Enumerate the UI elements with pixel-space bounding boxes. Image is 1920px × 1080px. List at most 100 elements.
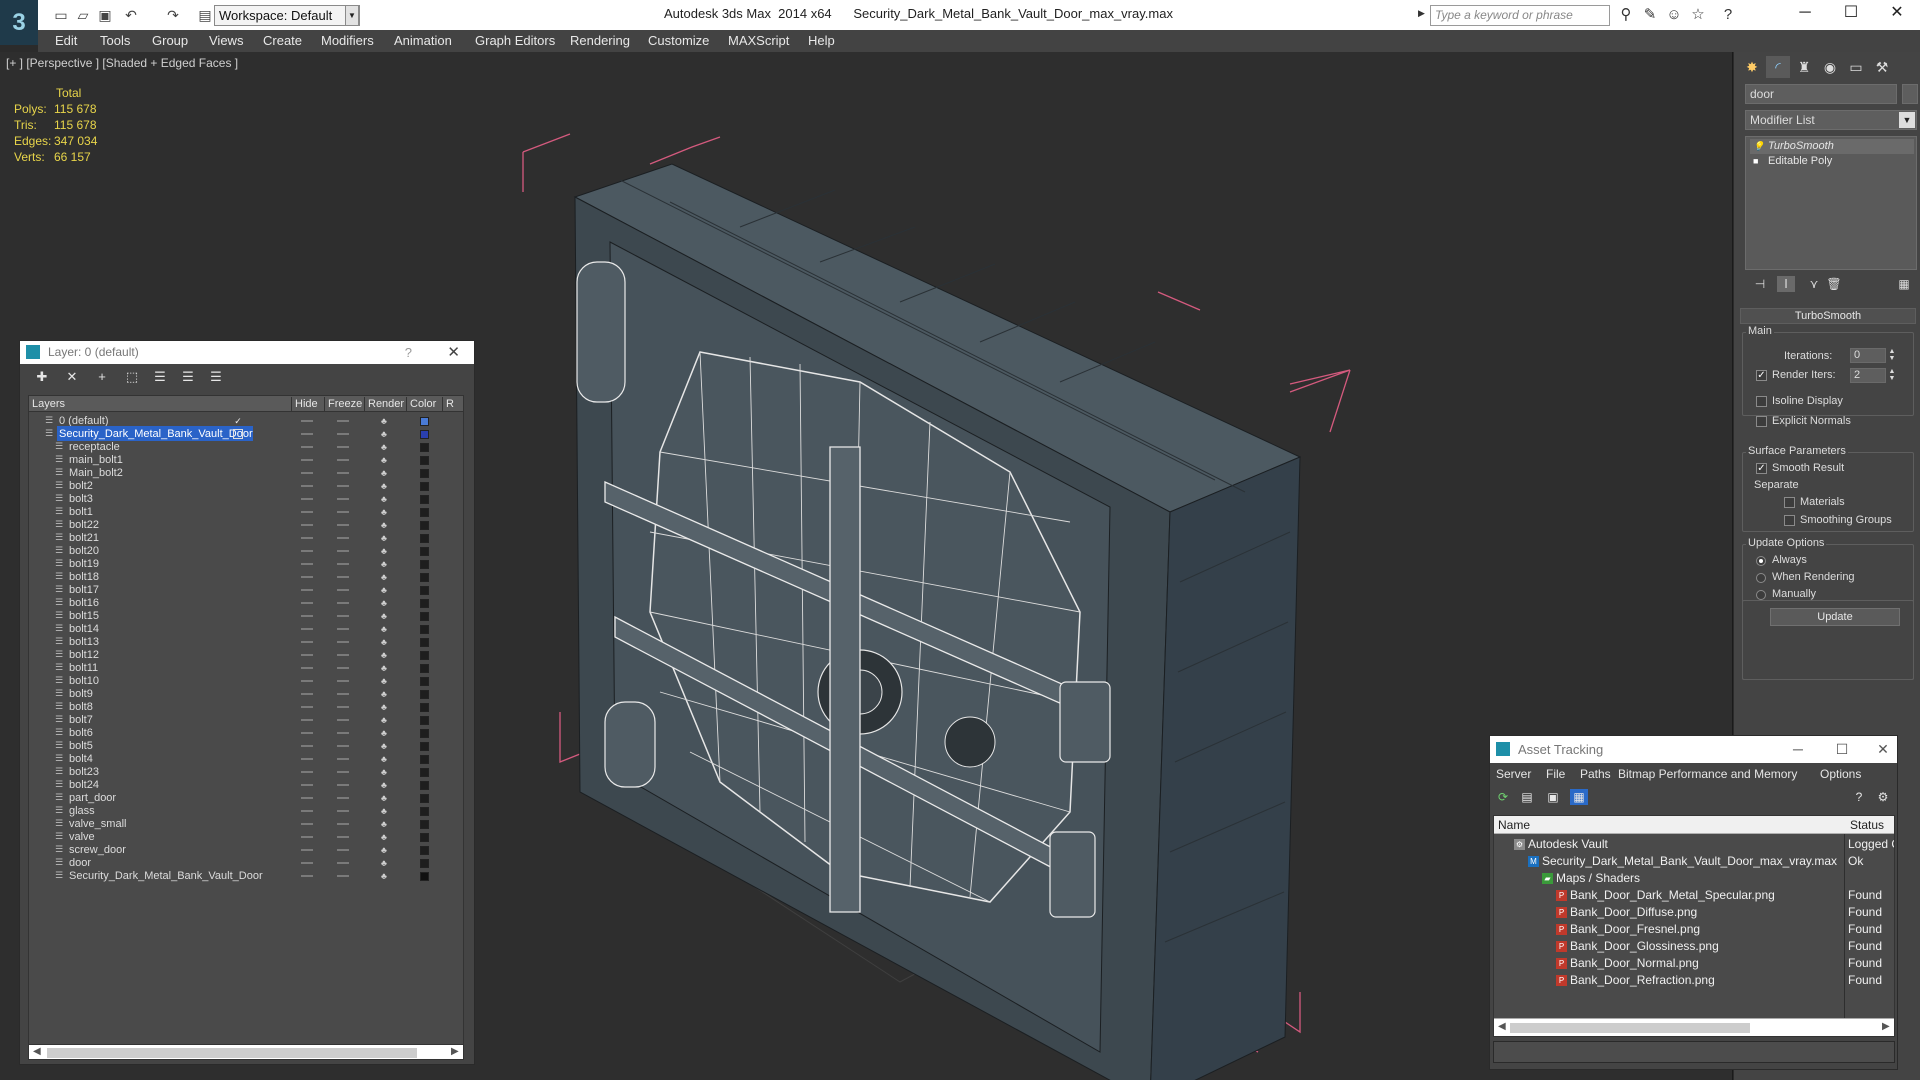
- hide-toggle[interactable]: [301, 641, 313, 643]
- freeze-toggle[interactable]: [337, 576, 349, 578]
- layer-horizontal-scrollbar[interactable]: ◀ ▶: [29, 1044, 463, 1059]
- freeze-toggle[interactable]: [337, 628, 349, 630]
- freeze-toggle[interactable]: [337, 485, 349, 487]
- hide-toggle[interactable]: [301, 797, 313, 799]
- layer-icon[interactable]: ☰: [55, 624, 64, 633]
- asset-horizontal-scrollbar[interactable]: ◀ ▶: [1494, 1018, 1894, 1036]
- layer-color-swatch[interactable]: [420, 625, 429, 634]
- lightbulb-icon[interactable]: 💡: [1753, 141, 1764, 151]
- layer-color-swatch[interactable]: [420, 729, 429, 738]
- hide-toggle[interactable]: [301, 745, 313, 747]
- freeze-toggle[interactable]: [337, 550, 349, 552]
- hide-toggle[interactable]: [301, 472, 313, 474]
- stack-item-editable-poly[interactable]: ■ Editable Poly: [1750, 154, 1914, 169]
- layer-color-swatch[interactable]: [420, 716, 429, 725]
- select-objects-icon[interactable]: ⬚: [122, 369, 142, 385]
- layer-icon[interactable]: ☰: [55, 728, 64, 737]
- column-render[interactable]: Render: [364, 397, 406, 411]
- stack-item-turbosmooth[interactable]: 💡 TurboSmooth: [1750, 139, 1914, 154]
- undo-icon[interactable]: ↶: [122, 6, 140, 24]
- highlight-layer-icon[interactable]: ☰: [150, 369, 170, 385]
- hide-toggle[interactable]: [301, 706, 313, 708]
- expand-plus-icon[interactable]: ■: [1753, 156, 1763, 166]
- hierarchy-tab-icon[interactable]: ♜: [1792, 56, 1816, 78]
- hide-toggle[interactable]: [301, 862, 313, 864]
- freeze-toggle[interactable]: [337, 732, 349, 734]
- layer-color-swatch[interactable]: [420, 807, 429, 816]
- hide-toggle[interactable]: [301, 498, 313, 500]
- render-teapot-icon[interactable]: ♣: [379, 780, 389, 790]
- freeze-toggle[interactable]: [337, 472, 349, 474]
- show-end-result-icon[interactable]: Ⅰ: [1777, 276, 1795, 292]
- freeze-toggle[interactable]: [337, 810, 349, 812]
- layer-icon[interactable]: ☰: [55, 650, 64, 659]
- app-logo[interactable]: 3: [0, 0, 38, 45]
- hide-toggle[interactable]: [301, 589, 313, 591]
- layer-color-swatch[interactable]: [420, 690, 429, 699]
- hide-toggle[interactable]: [301, 693, 313, 695]
- open-file-icon[interactable]: ▱: [74, 6, 92, 24]
- layer-icon[interactable]: ☰: [55, 494, 64, 503]
- maximize-icon[interactable]: ☐: [1827, 736, 1857, 763]
- freeze-toggle[interactable]: [337, 589, 349, 591]
- spinner-arrows-icon[interactable]: ▲ ▼: [1888, 368, 1896, 383]
- layer-color-swatch[interactable]: [420, 781, 429, 790]
- scroll-left-icon[interactable]: ◀: [1498, 1021, 1506, 1032]
- hide-toggle[interactable]: [301, 849, 313, 851]
- layer-color-swatch[interactable]: [420, 820, 429, 829]
- render-iters-spinner[interactable]: 2: [1850, 368, 1886, 383]
- minimize-button[interactable]: ─: [1782, 0, 1828, 26]
- binoculars-icon[interactable]: ⚲: [1616, 6, 1636, 24]
- hide-toggle[interactable]: [301, 550, 313, 552]
- freeze-toggle[interactable]: [337, 758, 349, 760]
- layer-icon[interactable]: ☰: [55, 637, 64, 646]
- make-unique-icon[interactable]: ⋎: [1805, 276, 1823, 292]
- layer-icon[interactable]: ☰: [55, 832, 64, 841]
- layer-color-swatch[interactable]: [420, 560, 429, 569]
- layer-color-swatch[interactable]: [420, 482, 429, 491]
- scroll-thumb[interactable]: [1510, 1023, 1750, 1033]
- freeze-toggle[interactable]: [337, 784, 349, 786]
- hide-toggle[interactable]: [301, 719, 313, 721]
- freeze-toggle[interactable]: [337, 875, 349, 877]
- freeze-toggle[interactable]: [337, 849, 349, 851]
- render-teapot-icon[interactable]: ♣: [379, 507, 389, 517]
- current-layer-check-icon[interactable]: ✓: [233, 416, 243, 426]
- freeze-toggle[interactable]: [337, 524, 349, 526]
- render-teapot-icon[interactable]: ♣: [379, 624, 389, 634]
- layer-icon[interactable]: ☰: [45, 416, 54, 425]
- layer-icon[interactable]: ☰: [55, 585, 64, 594]
- layer-icon[interactable]: ☰: [55, 767, 64, 776]
- redo-icon[interactable]: ↷: [164, 6, 182, 24]
- layer-color-swatch[interactable]: [420, 430, 429, 439]
- freeze-toggle[interactable]: [337, 563, 349, 565]
- new-file-icon[interactable]: ▭: [52, 6, 70, 24]
- menu-maxscript[interactable]: MAXScript: [728, 33, 789, 48]
- layer-icon[interactable]: ☰: [55, 689, 64, 698]
- freeze-toggle[interactable]: [337, 823, 349, 825]
- menu-edit[interactable]: Edit: [55, 33, 77, 48]
- column-hide[interactable]: Hide: [291, 397, 324, 411]
- hide-toggle[interactable]: [301, 771, 313, 773]
- column-color[interactable]: Color: [406, 397, 442, 411]
- layer-color-swatch[interactable]: [420, 651, 429, 660]
- hide-toggle[interactable]: [301, 485, 313, 487]
- render-teapot-icon[interactable]: ♣: [379, 741, 389, 751]
- asset-row[interactable]: P Bank_Door_Diffuse.png Found: [1494, 904, 1894, 921]
- freeze-toggle[interactable]: [337, 459, 349, 461]
- render-iters-checkbox[interactable]: ✓: [1756, 370, 1767, 381]
- layer-color-swatch[interactable]: [420, 859, 429, 868]
- hide-toggle[interactable]: [301, 667, 313, 669]
- project-folder-icon[interactable]: ▤: [196, 6, 214, 24]
- modifier-list-dropdown[interactable]: Modifier List ▼: [1745, 110, 1917, 130]
- save-file-icon[interactable]: ▣: [96, 6, 114, 24]
- freeze-toggle[interactable]: [337, 615, 349, 617]
- layer-window-titlebar[interactable]: Layer: 0 (default) ? ✕: [20, 341, 474, 364]
- hide-toggle[interactable]: [301, 524, 313, 526]
- render-teapot-icon[interactable]: ♣: [379, 793, 389, 803]
- communication-center-icon[interactable]: ✎: [1640, 6, 1660, 24]
- hide-toggle[interactable]: [301, 615, 313, 617]
- layer-icon[interactable]: ☰: [55, 754, 64, 763]
- turbosmooth-rollout-header[interactable]: TurboSmooth: [1740, 308, 1916, 324]
- layer-icon[interactable]: ☰: [55, 598, 64, 607]
